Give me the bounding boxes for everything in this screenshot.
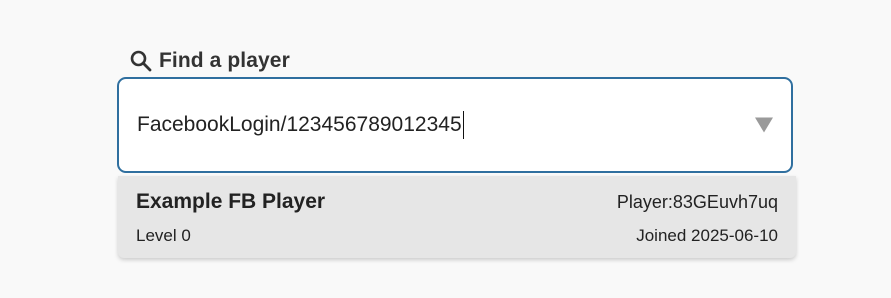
player-search-combobox[interactable]: FacebookLogin/123456789012345 [117, 77, 793, 173]
player-search-input-value: FacebookLogin/123456789012345 [137, 113, 462, 136]
text-caret [462, 111, 464, 139]
player-result-option[interactable]: Example FB Player Player:83GEuvh7uq Leve… [118, 176, 796, 258]
triangle-down-icon[interactable] [755, 117, 773, 133]
find-player-label: Find a player [129, 46, 290, 76]
player-name: Example FB Player [136, 190, 326, 213]
player-search-input[interactable]: FacebookLogin/123456789012345 [137, 79, 464, 171]
find-player-label-text: Find a player [159, 49, 290, 72]
player-joined-date: Joined 2025-06-10 [636, 226, 778, 245]
player-id: Player:83GEuvh7uq [616, 192, 778, 212]
player-finder: Find a player FacebookLogin/123456789012… [0, 0, 891, 298]
search-icon [129, 49, 153, 73]
player-level: Level 0 [136, 226, 191, 245]
